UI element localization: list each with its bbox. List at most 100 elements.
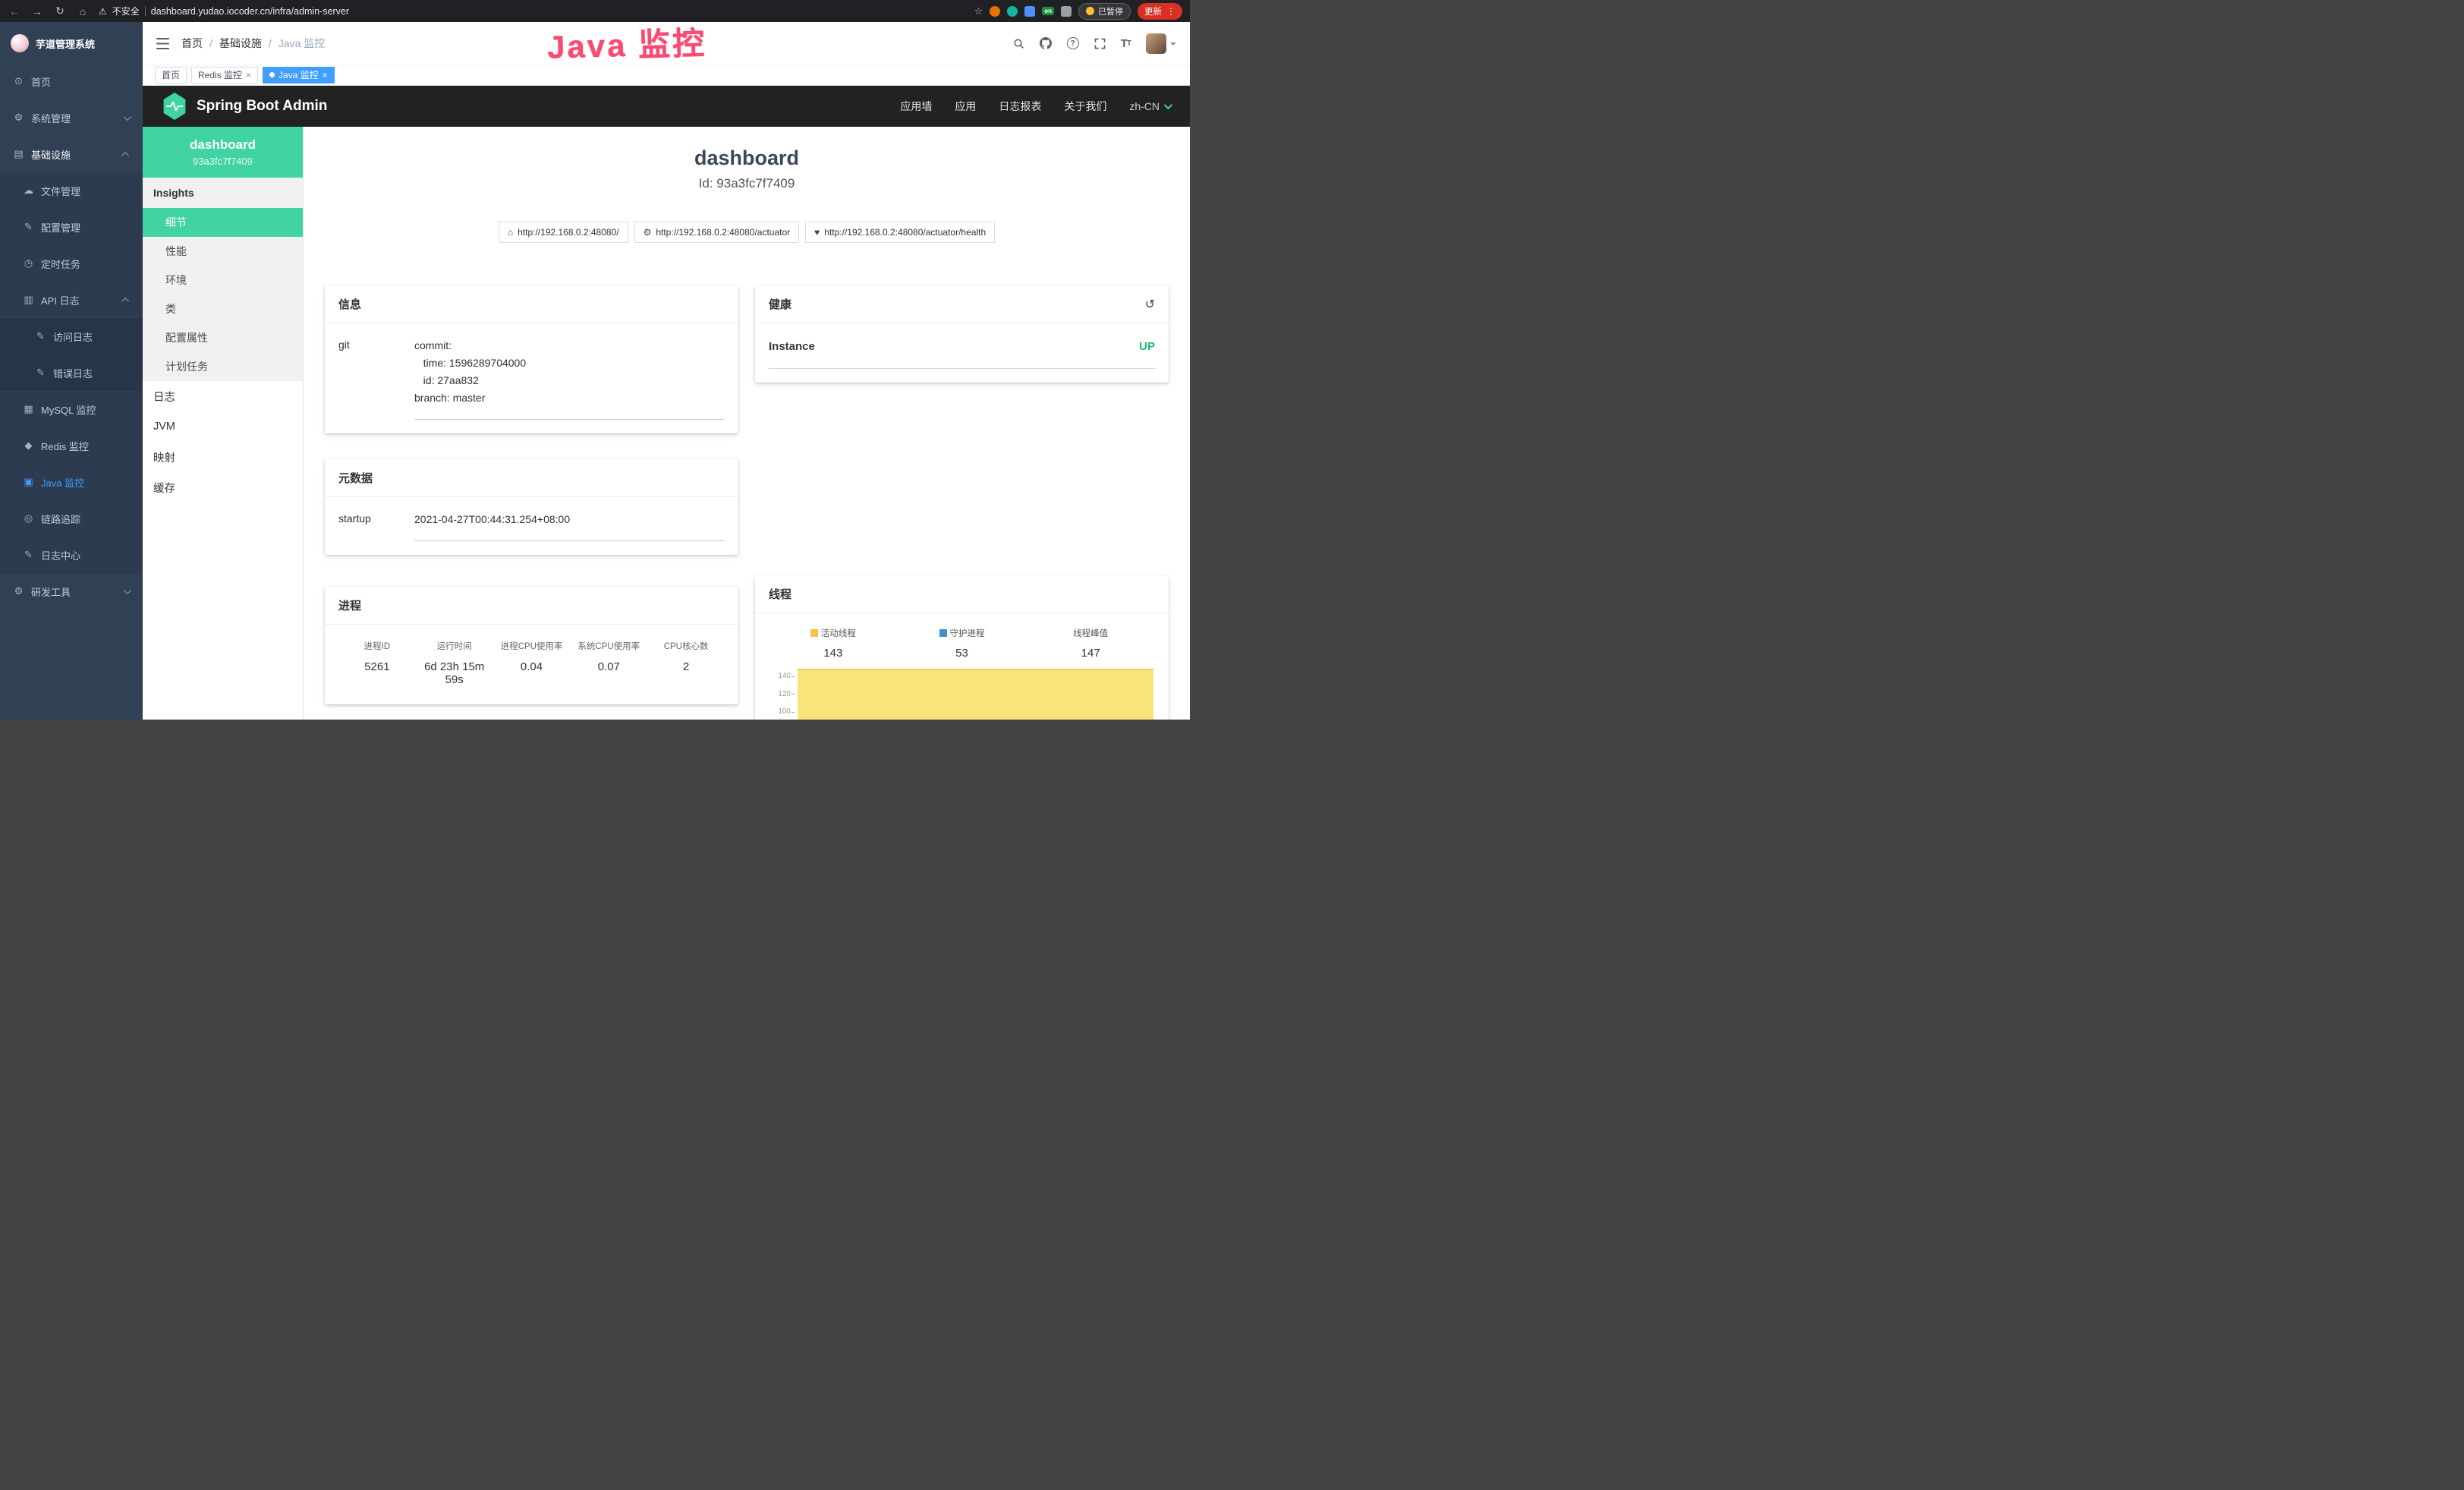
chevron-up-icon [121, 297, 129, 304]
font-size-icon[interactable]: TT [1121, 37, 1131, 50]
process-stats: 进程ID 5261 运行时间 6d 23h 15m 59s [338, 638, 725, 691]
breadcrumb-infrastructure[interactable]: 基础设施 [219, 36, 262, 51]
close-icon[interactable]: × [246, 70, 251, 80]
service-url-link[interactable]: ⌂ http://192.168.0.2:48080/ [499, 222, 628, 243]
extension-icon[interactable] [1024, 6, 1035, 17]
sidebar-item-log-center[interactable]: ✎ 日志中心 [0, 537, 143, 573]
user-menu[interactable] [1146, 33, 1176, 54]
sba-item-details[interactable]: 细节 [143, 208, 303, 237]
extension-on-badge[interactable]: on [1042, 7, 1054, 15]
sba-nav-wallboard[interactable]: 应用墙 [900, 99, 932, 114]
sidebar-item-redis-monitor[interactable]: ◆ Redis 监控 [0, 427, 143, 464]
language-selector[interactable]: zh-CN [1129, 100, 1170, 112]
health-instance-row[interactable]: Instance UP [769, 337, 1155, 369]
sidebar-item-error-logs[interactable]: ✎ 错误日志 [0, 354, 143, 391]
bookmark-star-icon[interactable]: ☆ [974, 5, 983, 17]
sidebar-item-system[interactable]: ⚙ 系统管理 [0, 99, 143, 136]
extension-icon[interactable] [1061, 6, 1072, 17]
sidebar-item-api-logs[interactable]: ▥ API 日志 [0, 282, 143, 318]
refresh-button[interactable]: ↻ [53, 5, 67, 17]
sidebar-item-infrastructure[interactable]: ▤ 基础设施 [0, 136, 143, 172]
sidebar-item-tracing[interactable]: ◎ 链路追踪 [0, 500, 143, 537]
card-body: git commit: time: 1596289704000 id: 27aa… [325, 323, 738, 433]
back-button[interactable]: ← [8, 5, 21, 17]
tab-label: Java 监控 [278, 68, 319, 81]
sba-instance-header[interactable]: dashboard 93a3fc7f7409 [143, 127, 303, 178]
sba-item-performance[interactable]: 性能 [143, 237, 303, 266]
sidebar-item-label: 基础设施 [31, 147, 71, 162]
sba-item-caches[interactable]: 缓存 [143, 472, 303, 502]
sidebar-item-label: 错误日志 [53, 366, 93, 380]
hamburger-icon[interactable] [156, 38, 169, 49]
sidebar-item-dev-tools[interactable]: ⚙ 研发工具 [0, 573, 143, 610]
clock-icon: ◷ [23, 257, 34, 269]
card-header: 线程 [755, 575, 1169, 613]
instance-label: Instance [769, 340, 815, 353]
tab-home[interactable]: 首页 [155, 67, 187, 83]
sidebar-item-label: Redis 监控 [41, 439, 89, 453]
browser-chrome: ← → ↻ ⌂ ⚠ 不安全 dashboard.yudao.iocoder.cn… [0, 0, 1190, 22]
actuator-url-link[interactable]: ⚙ http://192.168.0.2:48080/actuator [634, 222, 800, 243]
breadcrumb-separator: / [209, 37, 212, 49]
stat-uptime: 运行时间 6d 23h 15m 59s [416, 640, 493, 686]
dashboard-icon: ⊙ [13, 75, 24, 87]
sba-item-jvm[interactable]: JVM [143, 411, 303, 442]
home-button[interactable]: ⌂ [76, 5, 90, 17]
address-bar[interactable]: ⚠ 不安全 dashboard.yudao.iocoder.cn/infra/a… [99, 5, 965, 17]
app-logo[interactable]: 芋道管理系统 [0, 22, 143, 63]
github-icon[interactable] [1040, 37, 1052, 49]
sidebar-item-scheduled-jobs[interactable]: ◷ 定时任务 [0, 245, 143, 282]
topbar: 首页 / 基础设施 / Java 监控 ? TT [143, 22, 1190, 65]
close-icon[interactable]: × [323, 70, 328, 80]
search-icon[interactable] [1013, 38, 1024, 49]
sidebar-item-file-management[interactable]: ☁ 文件管理 [0, 172, 143, 209]
sba-item-logs[interactable]: 日志 [143, 381, 303, 411]
sba-nav-about[interactable]: 关于我们 [1064, 99, 1106, 114]
sba-item-scheduled-tasks[interactable]: 计划任务 [143, 352, 303, 381]
health-url-link[interactable]: ♥ http://192.168.0.2:48080/actuator/heal… [805, 222, 995, 243]
breadcrumb-home[interactable]: 首页 [181, 36, 203, 51]
sidebar-item-label: 定时任务 [41, 257, 80, 271]
sidebar-item-java-monitor[interactable]: ▣ Java 监控 [0, 464, 143, 500]
sba-main: dashboard Id: 93a3fc7f7409 ⌂ http://192.… [304, 127, 1190, 720]
warning-icon: ⚠ [99, 6, 107, 17]
metadata-key: startup [338, 511, 414, 541]
tab-java-monitor[interactable]: Java 监控 × [263, 67, 335, 83]
infrastructure-icon: ▤ [13, 148, 24, 160]
forward-button[interactable]: → [30, 5, 44, 17]
page-title: dashboard [304, 146, 1190, 170]
app-title: 芋道管理系统 [36, 36, 95, 51]
extension-icon[interactable] [1007, 6, 1018, 17]
tab-redis-monitor[interactable]: Redis 监控 × [191, 67, 258, 83]
logo-avatar [11, 34, 29, 52]
sba-nav-applications[interactable]: 应用 [955, 99, 976, 114]
sba-item-mappings[interactable]: 映射 [143, 442, 303, 472]
extension-icon[interactable] [990, 6, 1000, 17]
update-button[interactable]: 更新 ⋮ [1138, 3, 1182, 20]
status-badge: UP [1139, 340, 1155, 353]
help-icon[interactable]: ? [1067, 37, 1079, 49]
instance-links: ⌂ http://192.168.0.2:48080/ ⚙ http://192… [304, 222, 1190, 243]
sidebar-item-access-logs[interactable]: ✎ 访问日志 [0, 318, 143, 354]
legend-peak-threads: 线程峰值 147 [1026, 627, 1155, 660]
sidebar-item-config-management[interactable]: ✎ 配置管理 [0, 209, 143, 245]
instance-name: dashboard [147, 137, 298, 153]
fullscreen-icon[interactable] [1094, 38, 1106, 49]
stat-value: 2 [647, 660, 725, 673]
chart-plot-area [796, 672, 1155, 720]
breadcrumb-separator: / [269, 37, 272, 49]
sidebar-item-home[interactable]: ⊙ 首页 [0, 63, 143, 99]
process-card: 进程 进程ID 5261 运行时间 [325, 587, 738, 704]
history-icon[interactable]: ↺ [1145, 297, 1155, 312]
sba-item-classes[interactable]: 类 [143, 295, 303, 323]
paused-pill[interactable]: 已暂停 [1078, 3, 1131, 20]
sba-item-environment[interactable]: 环境 [143, 266, 303, 295]
card-title: 健康 [769, 296, 791, 312]
cards-area: 信息 git commit: time: 1596289704000 id: 2… [304, 285, 1190, 720]
sidebar-item-mysql-monitor[interactable]: ▦ MySQL 监控 [0, 391, 143, 427]
sba-item-config-props[interactable]: 配置属性 [143, 323, 303, 352]
java-monitor-icon: ▣ [23, 476, 34, 488]
sba-nav-journal[interactable]: 日志报表 [999, 99, 1041, 114]
paused-label: 已暂停 [1098, 5, 1123, 17]
stat-label: 系统CPU使用率 [570, 640, 647, 652]
